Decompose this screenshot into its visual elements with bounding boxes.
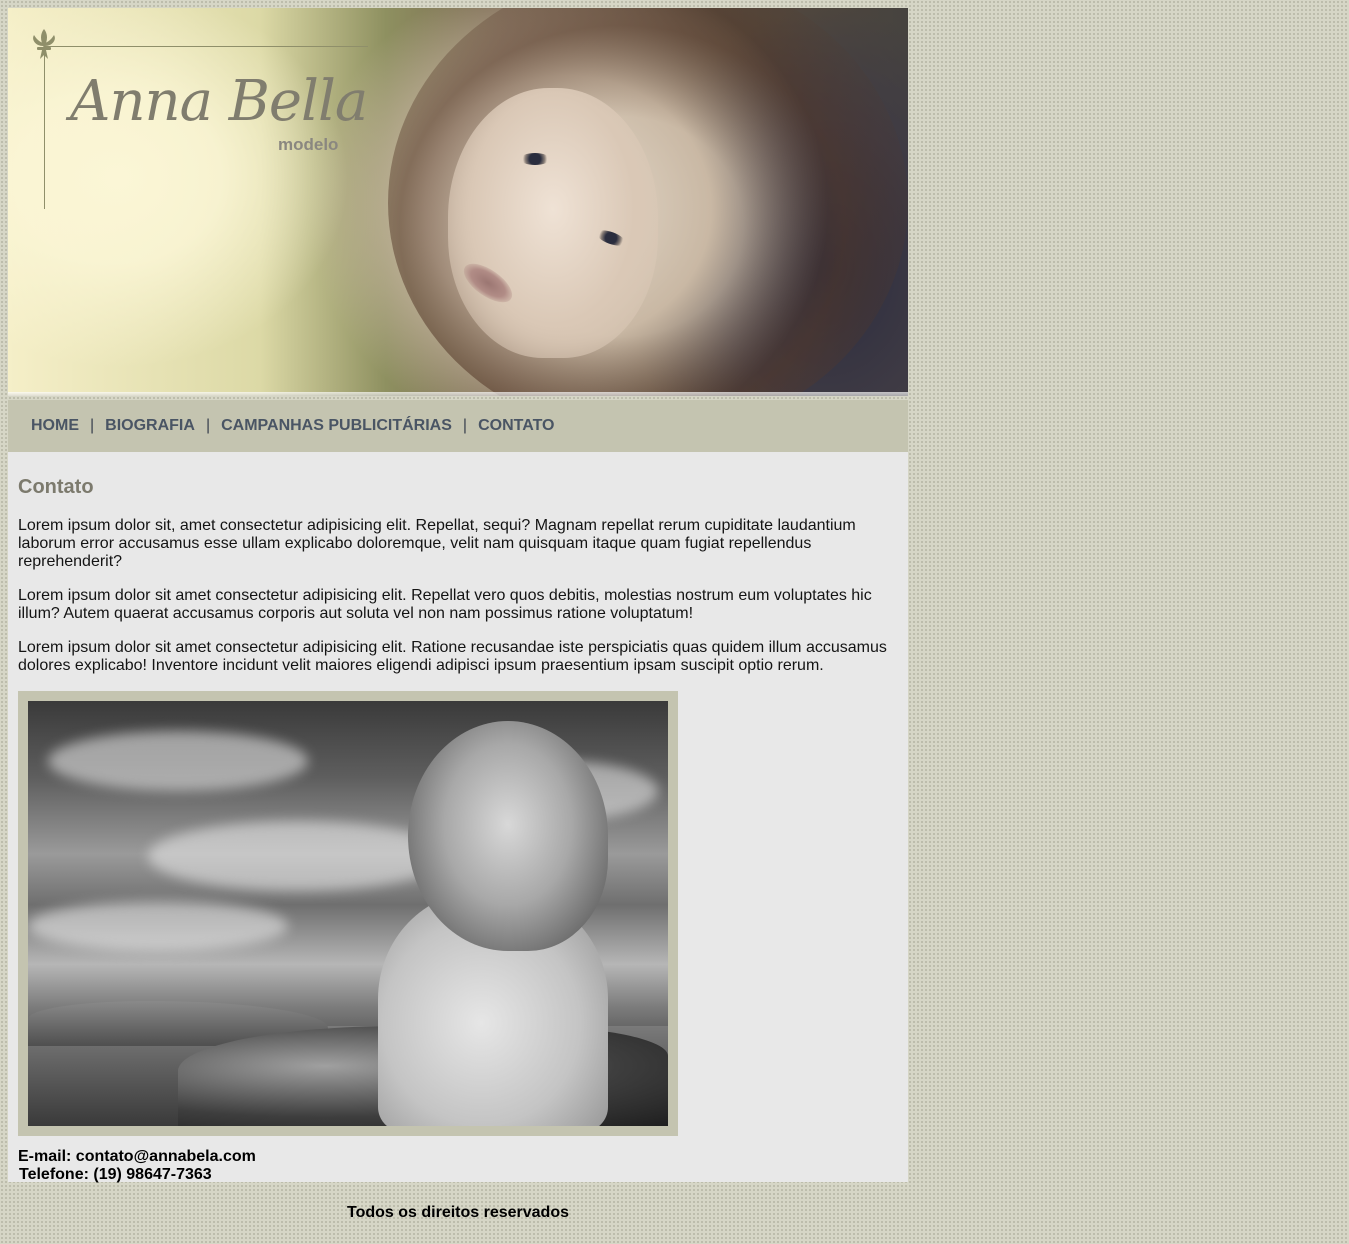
contact-info: E-mail: contato@annabela.com Telefone: (…	[18, 1148, 898, 1184]
banner-bottom-edge	[8, 392, 908, 396]
photo-cloud	[148, 821, 448, 891]
logo-vertical-rule	[44, 46, 45, 209]
contact-email: E-mail: contato@annabela.com	[18, 1148, 256, 1165]
nav-separator: |	[90, 417, 95, 434]
photo-cloud	[28, 901, 288, 951]
nav-separator: |	[462, 417, 468, 434]
main-nav: HOME | BIOGRAFIA | CAMPANHAS PUBLICITÁRI…	[8, 400, 908, 452]
fleur-de-lis-icon	[33, 29, 55, 59]
footer: Todos os direitos reservados	[347, 1204, 569, 1221]
brand-subtitle: modelo	[278, 135, 339, 154]
header-banner: Anna Bella modelo	[8, 8, 908, 396]
nav-contato[interactable]: CONTATO	[478, 417, 554, 435]
content-paragraph-1: Lorem ipsum dolor sit, amet consectetur …	[18, 517, 856, 570]
contact-photo-frame	[18, 691, 678, 1136]
nav-home[interactable]: HOME	[31, 417, 79, 435]
photo-figure-hair	[408, 721, 608, 951]
contact-phone: Telefone: (19) 98647-7363	[19, 1166, 212, 1183]
nav-campanhas-publicitarias[interactable]: CAMPANHAS PUBLICITÁRIAS	[221, 417, 452, 435]
content-paragraph-2: Lorem ipsum dolor sit amet consectetur a…	[18, 587, 872, 622]
photo-cloud	[48, 731, 308, 791]
content-paragraph-3: Lorem ipsum dolor sit amet consectetur a…	[18, 639, 887, 674]
main-content: Contato Lorem ipsum dolor sit, amet cons…	[8, 452, 908, 1184]
banner-eye-left	[520, 153, 550, 165]
page-title: Contato	[18, 476, 94, 498]
contact-photo	[28, 701, 668, 1126]
page-wrapper: Anna Bella modelo HOME | BIOGRAFIA | CAM…	[8, 8, 908, 1184]
banner-face-shape	[448, 88, 658, 358]
brand-name: Anna Bella	[70, 69, 368, 134]
nav-biografia[interactable]: BIOGRAFIA	[105, 417, 195, 435]
nav-separator: |	[205, 417, 211, 434]
logo-horizontal-rule	[44, 46, 368, 47]
